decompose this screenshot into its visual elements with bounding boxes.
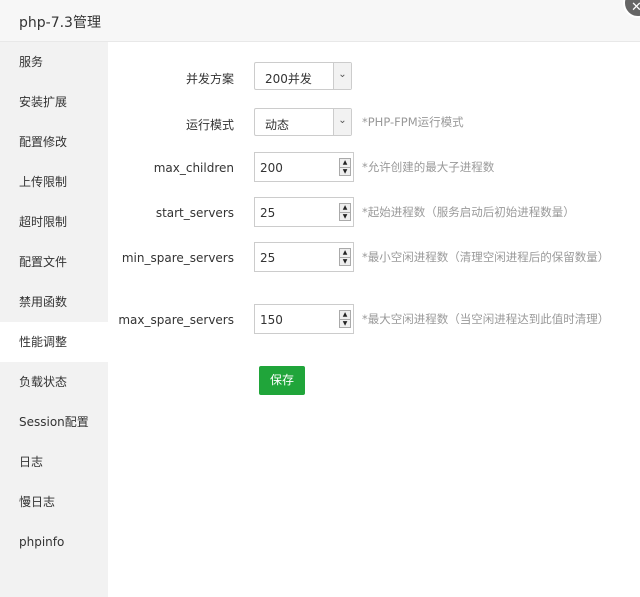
chevron-down-icon: ⌄ (333, 63, 351, 89)
window-title: php-7.3管理 (19, 15, 101, 31)
stepper-up-icon[interactable]: ▲ (340, 159, 350, 168)
sidebar-item-config-modify[interactable]: 配置修改 (0, 122, 108, 162)
max-spare-servers-hint: *最大空闲进程数（当空闲进程达到此值时清理） (362, 312, 610, 326)
sidebar-item-timeout-limit[interactable]: 超时限制 (0, 202, 108, 242)
start-servers-input[interactable]: 25 ▲ ▼ (254, 197, 354, 227)
max-children-hint: *允许创建的最大子进程数 (362, 160, 495, 174)
chevron-down-icon: ⌄ (333, 109, 351, 135)
run-mode-hint: *PHP-FPM运行模式 (362, 115, 464, 129)
sidebar-item-disabled-functions[interactable]: 禁用函数 (0, 282, 108, 322)
save-button[interactable]: 保存 (259, 366, 305, 395)
concurrency-value: 200并发 (265, 72, 312, 86)
sidebar: 服务 安装扩展 配置修改 上传限制 超时限制 配置文件 禁用函数 性能调整 负载… (0, 42, 108, 597)
max-children-label: max_children (153, 161, 234, 175)
start-servers-value: 25 (260, 206, 276, 220)
sidebar-item-log[interactable]: 日志 (0, 442, 108, 482)
max-children-value: 200 (260, 161, 283, 175)
number-stepper[interactable]: ▲ ▼ (339, 203, 351, 221)
concurrency-select[interactable]: 200并发 ⌄ (254, 62, 352, 90)
sidebar-item-performance[interactable]: 性能调整 (0, 322, 108, 362)
max-spare-servers-label: max_spare_servers (118, 313, 234, 327)
sidebar-item-phpinfo[interactable]: phpinfo (0, 522, 108, 562)
stepper-down-icon[interactable]: ▼ (340, 213, 350, 221)
stepper-up-icon[interactable]: ▲ (340, 204, 350, 213)
number-stepper[interactable]: ▲ ▼ (339, 158, 351, 176)
start-servers-hint: *起始进程数（服务启动后初始进程数量） (362, 205, 575, 219)
sidebar-item-install-extensions[interactable]: 安装扩展 (0, 82, 108, 122)
sidebar-item-config-file[interactable]: 配置文件 (0, 242, 108, 282)
close-icon: ✕ (631, 0, 640, 15)
run-mode-label: 运行模式 (185, 118, 234, 132)
sidebar-item-slow-log[interactable]: 慢日志 (0, 482, 108, 522)
run-mode-value: 动态 (265, 118, 290, 132)
sidebar-item-upload-limit[interactable]: 上传限制 (0, 162, 108, 202)
sidebar-item-load-status[interactable]: 负载状态 (0, 362, 108, 402)
max-children-input[interactable]: 200 ▲ ▼ (254, 152, 354, 182)
start-servers-label: start_servers (155, 206, 234, 220)
sidebar-item-session-config[interactable]: Session配置 (0, 402, 108, 442)
concurrency-label: 并发方案 (185, 72, 234, 86)
sidebar-item-service[interactable]: 服务 (0, 42, 108, 82)
min-spare-servers-hint: *最小空闲进程数（清理空闲进程后的保留数量） (362, 250, 610, 264)
window-titlebar: php-7.3管理 (0, 0, 640, 42)
min-spare-servers-label: min_spare_servers (121, 251, 234, 265)
stepper-down-icon[interactable]: ▼ (340, 168, 350, 176)
run-mode-select[interactable]: 动态 ⌄ (254, 108, 352, 136)
